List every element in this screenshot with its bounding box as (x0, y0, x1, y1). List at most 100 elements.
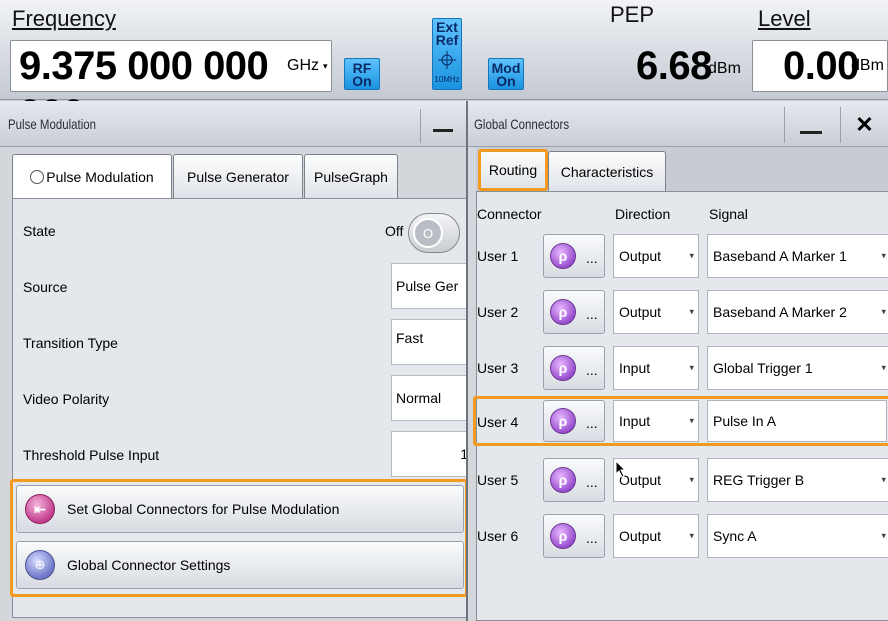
transition-type-label: Transition Type (23, 335, 118, 351)
chevron-down-icon: ▾ (689, 362, 694, 373)
connector-icon: ρ (550, 243, 576, 269)
set-global-connectors-button[interactable]: ⇤ Set Global Connectors for Pulse Modula… (16, 485, 464, 533)
table-row: User 4 ρ ... Input ▾ Pulse In A (477, 396, 888, 450)
direction-select[interactable]: Input ▾ (613, 400, 699, 442)
header-signal: Signal (709, 206, 748, 222)
table-row: User 2 ρ ... Output ▾ Baseband A Marker 2… (477, 284, 888, 338)
header-connector: Connector (477, 206, 542, 222)
toggle-off-icon: O (413, 218, 443, 248)
connector-info-button[interactable]: ρ ... (543, 290, 605, 334)
chevron-down-icon: ▾ (881, 530, 886, 541)
routing-table: Connector Direction Signal User 1 ρ ... … (473, 191, 888, 621)
chevron-down-icon: ▾ (881, 362, 886, 373)
chevron-down-icon: ▾ (881, 474, 886, 485)
connector-icon: ρ (550, 408, 576, 434)
connector-name: User 1 (477, 248, 519, 264)
reference-clock-icon (438, 51, 456, 69)
mod-on-button[interactable]: Mod On (488, 58, 524, 90)
rf-on-button[interactable]: RF On (344, 58, 380, 90)
connector-info-button[interactable]: ρ ... (543, 346, 605, 390)
connector-icon: ρ (550, 523, 576, 549)
header-direction: Direction (615, 206, 671, 222)
connector-name: User 3 (477, 360, 519, 376)
status-bar: Frequency 9.375 000 000 000 GHz ▾ RF On … (0, 0, 888, 136)
level-value: 0.00 (783, 44, 859, 88)
global-connectors-panel: Global Connectors ✕ Routing Characterist… (466, 101, 888, 621)
connector-name: User 6 (477, 528, 519, 544)
chevron-down-icon: ▾ (689, 250, 694, 261)
frequency-unit: GHz (287, 57, 319, 74)
connectors-minimize-button[interactable] (784, 107, 836, 143)
state-label: State (23, 223, 56, 239)
connector-info-button[interactable]: ρ ... (543, 514, 605, 558)
source-select[interactable]: Pulse Ger (391, 263, 471, 309)
radio-icon (30, 169, 45, 184)
table-row: User 5 ρ ... Output ▾ REG Trigger B ▾ (477, 452, 888, 506)
transition-type-select[interactable]: Fast (391, 319, 471, 365)
chevron-down-icon: ▾ (689, 306, 694, 317)
connector-icon: ρ (550, 299, 576, 325)
direction-select[interactable]: Output ▾ (613, 290, 699, 334)
chevron-down-icon: ▾ (689, 530, 694, 541)
pep-label: PEP (610, 2, 655, 27)
pep-unit: dBm (708, 60, 741, 77)
connector-name: User 2 (477, 304, 519, 320)
signal-select[interactable]: Pulse In A (707, 400, 887, 442)
connector-name: User 5 (477, 472, 519, 488)
connectors-titlebar: Global Connectors ✕ (468, 101, 888, 147)
tab-pulsegraph[interactable]: PulseGraph (304, 154, 398, 198)
chevron-down-icon: ▾ (689, 415, 694, 426)
pep-value: 6.68 (636, 44, 712, 88)
signal-select[interactable]: Sync A ▾ (707, 514, 888, 558)
direction-select[interactable]: Output ▾ (613, 514, 699, 558)
level-label[interactable]: Level (758, 6, 811, 32)
minimize-button[interactable] (420, 109, 464, 143)
tab-routing[interactable]: Routing (478, 149, 548, 191)
state-value: Off (385, 223, 404, 239)
connector-info-button[interactable]: ρ ... (543, 400, 605, 442)
minimize-icon (800, 131, 822, 134)
connector-icon: ρ (550, 355, 576, 381)
threshold-label: Threshold Pulse Input (23, 447, 160, 463)
table-row: User 3 ρ ... Input ▾ Global Trigger 1 ▾ (477, 340, 888, 394)
direction-select[interactable]: Output ▾ (613, 234, 699, 278)
global-connector-settings-button[interactable]: ⊕ Global Connector Settings (16, 541, 464, 589)
frequency-field[interactable]: 9.375 000 000 000 GHz ▾ (10, 40, 332, 136)
pulse-panel-titlebar: Pulse Modulation (0, 101, 470, 147)
threshold-input[interactable]: 1 (391, 431, 471, 477)
connector-name: User 4 (477, 414, 519, 430)
chevron-down-icon: ▾ (323, 61, 328, 71)
pulse-panel-title: Pulse Modulation (8, 116, 97, 132)
chevron-down-icon: ▾ (881, 306, 886, 317)
state-toggle[interactable]: O (408, 213, 460, 253)
ext-ref-sub: 10MHz (434, 75, 460, 84)
connectors-title: Global Connectors (474, 116, 570, 132)
pulse-modulation-panel: Pulse Modulation Pulse Modulation Pulse … (0, 101, 471, 621)
source-label: Source (23, 279, 68, 295)
table-row: User 6 ρ ... Output ▾ Sync A ▾ (477, 508, 888, 562)
video-polarity-label: Video Polarity (23, 391, 110, 407)
tab-pulse-generator[interactable]: Pulse Generator (173, 154, 303, 198)
level-unit: dBm (851, 57, 884, 74)
signal-select[interactable]: Global Trigger 1 ▾ (707, 346, 888, 390)
ext-ref-button[interactable]: Ext Ref 10MHz (432, 18, 462, 90)
direction-select[interactable]: Input ▾ (613, 346, 699, 390)
mouse-cursor-icon (615, 460, 627, 478)
signal-select[interactable]: Baseband A Marker 1 ▾ (707, 234, 888, 278)
table-row: User 1 ρ ... Output ▾ Baseband A Marker 1… (477, 228, 888, 282)
signal-select[interactable]: Baseband A Marker 2 ▾ (707, 290, 888, 334)
tab-characteristics[interactable]: Characteristics (548, 151, 666, 191)
globe-icon: ⊕ (25, 550, 55, 580)
connector-info-button[interactable]: ρ ... (543, 458, 605, 502)
arrow-left-icon: ⇤ (25, 494, 55, 524)
minimize-icon (433, 129, 453, 132)
connector-icon: ρ (550, 467, 576, 493)
connector-info-button[interactable]: ρ ... (543, 234, 605, 278)
frequency-label[interactable]: Frequency (12, 6, 116, 32)
level-field[interactable]: 0.00 dBm (752, 40, 888, 92)
tab-pulse-modulation[interactable]: Pulse Modulation (12, 154, 172, 198)
video-polarity-select[interactable]: Normal (391, 375, 471, 421)
signal-select[interactable]: REG Trigger B ▾ (707, 458, 888, 502)
close-icon[interactable]: ✕ (840, 107, 888, 143)
chevron-down-icon: ▾ (689, 474, 694, 485)
